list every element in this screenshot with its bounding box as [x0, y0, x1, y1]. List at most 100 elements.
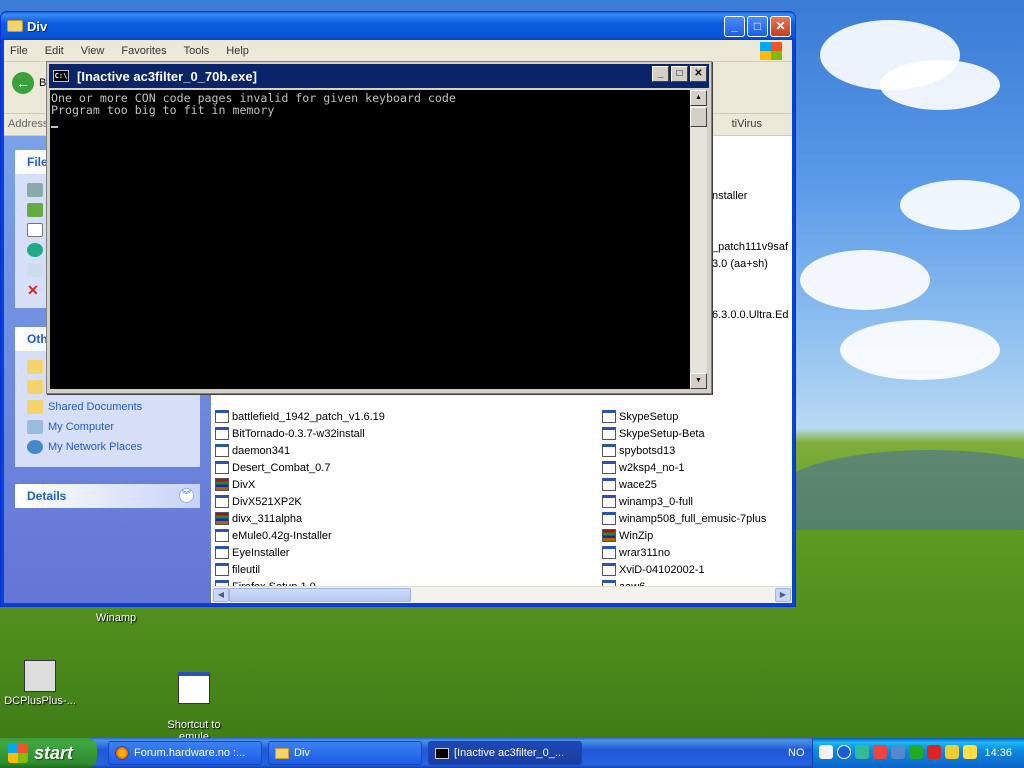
console-maximize-button[interactable]: □: [671, 66, 688, 82]
scroll-up-icon[interactable]: ▲: [690, 90, 707, 106]
desktop-icon-shortcut-emule[interactable]: Shortcut to emule: [154, 660, 234, 738]
desktop-icon-winamp[interactable]: Winamp: [76, 612, 156, 624]
details-panel: Details ︾: [15, 484, 200, 508]
scroll-down-icon[interactable]: ▼: [690, 373, 707, 389]
exe-file-icon: [602, 546, 616, 559]
details-header[interactable]: Details: [15, 484, 200, 508]
file-item[interactable]: spybotsd13: [602, 442, 766, 459]
start-label: start: [34, 742, 74, 763]
file-name: SkypeSetup: [619, 410, 679, 423]
delete-icon: ✕: [27, 282, 39, 298]
back-arrow-icon[interactable]: ←: [12, 72, 34, 94]
file-item[interactable]: winamp508_full_emusic-7plus: [602, 510, 766, 527]
folder-icon: [27, 400, 43, 414]
menu-bar: File Edit View Favorites Tools Help: [4, 40, 792, 62]
file-item[interactable]: XviD-04102002-1: [602, 561, 766, 578]
tray-app-icon[interactable]: [963, 745, 977, 759]
file-item[interactable]: DivX521XP2K: [215, 493, 385, 510]
tray-app-icon[interactable]: [873, 745, 887, 759]
explorer-titlebar[interactable]: Div _ □ ✕: [1, 12, 795, 40]
console-screen[interactable]: One or more CON code pages invalid for g…: [50, 90, 690, 389]
folder-icon: [27, 380, 43, 394]
file-item[interactable]: BitTornado-0.3.7-w32install: [215, 425, 385, 442]
email-icon: [27, 263, 43, 277]
desktop-icon-dcplusplus[interactable]: DCPlusPlus-...: [0, 660, 80, 707]
taskbar-button-label: Forum.hardware.no :...: [134, 747, 246, 759]
file-name: SkypeSetup-Beta: [619, 427, 705, 440]
scroll-thumb[interactable]: [690, 107, 707, 127]
clock[interactable]: 14:36: [984, 747, 1012, 759]
console-window[interactable]: C:\ [Inactive ac3filter_0_70b.exe] _ □ ✕…: [46, 61, 712, 394]
file-name-partial[interactable]: 6.3.0.0.Ultra.Ed: [712, 309, 788, 321]
file-item[interactable]: EyeInstaller: [215, 544, 385, 561]
console-titlebar[interactable]: C:\ [Inactive ac3filter_0_70b.exe]: [49, 64, 709, 88]
language-indicator[interactable]: NO: [788, 747, 805, 759]
file-name-partial[interactable]: nstaller: [712, 190, 747, 202]
file-item[interactable]: SkypeSetup-Beta: [602, 425, 766, 442]
scroll-right-icon[interactable]: ▶: [775, 588, 791, 602]
exe-file-icon: [602, 495, 616, 508]
maximize-button[interactable]: □: [747, 16, 768, 37]
network-tray-icon[interactable]: [819, 745, 833, 759]
exe-file-icon: [602, 512, 616, 525]
start-button[interactable]: start: [0, 738, 97, 768]
exe-file-icon: [215, 563, 229, 576]
archive-file-icon: [215, 478, 229, 491]
file-item[interactable]: battlefield_1942_patch_v1.6.19: [215, 408, 385, 425]
taskbar-button-console[interactable]: [Inactive ac3filter_0_...: [428, 741, 582, 765]
menu-view[interactable]: View: [81, 45, 105, 57]
menu-favorites[interactable]: Favorites: [121, 45, 166, 57]
minimize-button[interactable]: _: [724, 16, 745, 37]
file-item[interactable]: wrar311no: [602, 544, 766, 561]
windows-logo-icon: [760, 42, 782, 60]
tray-app-icon[interactable]: [891, 745, 905, 759]
chevron-down-icon[interactable]: ︾: [179, 488, 194, 503]
exe-file-icon: [215, 444, 229, 457]
file-item[interactable]: winamp3_0-full: [602, 493, 766, 510]
file-item[interactable]: eMule0.42g-Installer: [215, 527, 385, 544]
taskbar-button-firefox[interactable]: Forum.hardware.no :...: [108, 741, 262, 765]
windows-flag-icon: [8, 743, 28, 763]
place-item-my-computer[interactable]: My Computer: [15, 417, 200, 437]
taskbar-button-label: [Inactive ac3filter_0_...: [454, 747, 565, 759]
tray-app-icon[interactable]: [945, 745, 959, 759]
scroll-thumb[interactable]: [229, 588, 411, 602]
place-item-shared-documents[interactable]: Shared Documents: [15, 397, 200, 417]
file-name: Desert_Combat_0.7: [232, 461, 331, 474]
menu-edit[interactable]: Edit: [45, 45, 64, 57]
file-item[interactable]: DivX: [215, 476, 385, 493]
archive-file-icon: [215, 512, 229, 525]
close-button[interactable]: ✕: [770, 16, 791, 37]
taskbar-button-label: Div: [294, 747, 310, 759]
taskbar-button-div[interactable]: Div: [268, 741, 422, 765]
tray-app-icon[interactable]: [927, 745, 941, 759]
file-item[interactable]: Desert_Combat_0.7: [215, 459, 385, 476]
file-item[interactable]: wace25: [602, 476, 766, 493]
file-name: w2ksp4_no-1: [619, 461, 685, 474]
file-item[interactable]: fileutil: [215, 561, 385, 578]
file-item[interactable]: SkypeSetup: [602, 408, 766, 425]
file-item[interactable]: w2ksp4_no-1: [602, 459, 766, 476]
file-name-partial[interactable]: 3.0 (aa+sh): [712, 258, 768, 270]
file-item[interactable]: divx_311alpha: [215, 510, 385, 527]
taskbar: start Forum.hardware.no :... Div [Inacti…: [0, 738, 1024, 768]
scroll-left-icon[interactable]: ◀: [213, 588, 229, 602]
file-name-partial[interactable]: _patch111v9saf: [712, 241, 788, 253]
arrow-left-tray-icon[interactable]: [837, 745, 851, 759]
console-vertical-scrollbar[interactable]: ▲ ▼: [690, 90, 707, 389]
console-close-button[interactable]: ✕: [690, 66, 707, 82]
antivirus-toolbar-label[interactable]: tiVirus: [732, 118, 762, 130]
menu-tools[interactable]: Tools: [184, 45, 210, 57]
menu-help[interactable]: Help: [226, 45, 249, 57]
tray-app-icon[interactable]: [855, 745, 869, 759]
menu-file[interactable]: File: [10, 45, 28, 57]
file-name: battlefield_1942_patch_v1.6.19: [232, 410, 385, 423]
folder-icon: [27, 360, 43, 374]
tray-app-icon[interactable]: [909, 745, 923, 759]
file-item[interactable]: daemon341: [215, 442, 385, 459]
place-item-my-network-places[interactable]: My Network Places: [15, 437, 200, 457]
console-minimize-button[interactable]: _: [652, 66, 669, 82]
file-item[interactable]: WinZip: [602, 527, 766, 544]
rename-icon: [27, 183, 43, 197]
horizontal-scrollbar[interactable]: ◀ ▶: [212, 586, 792, 603]
